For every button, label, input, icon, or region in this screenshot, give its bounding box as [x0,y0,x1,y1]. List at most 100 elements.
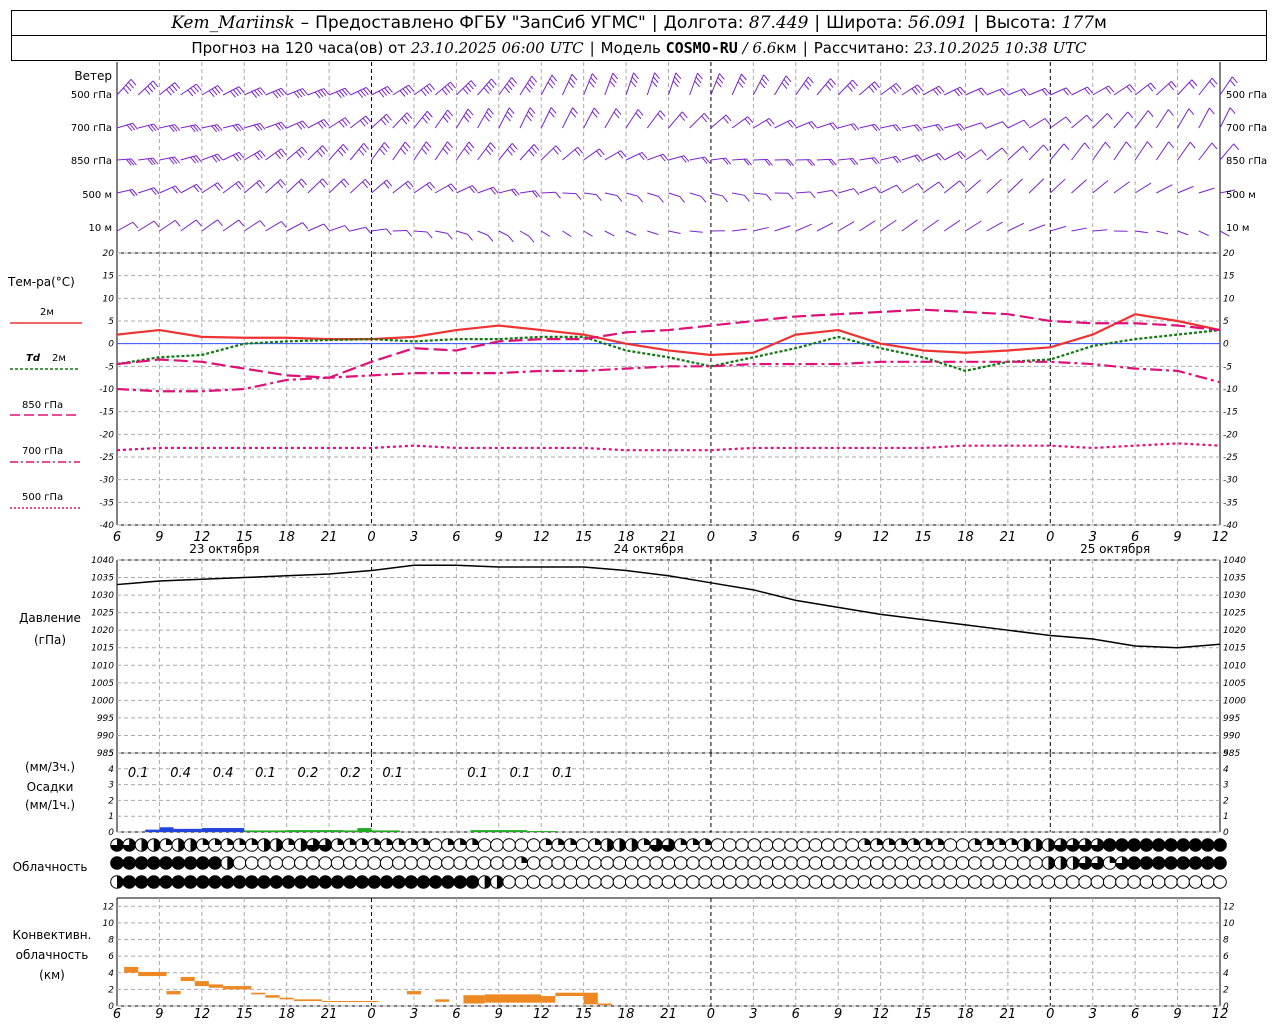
cloud-symbol [882,838,896,852]
wind-barb-feather [674,76,680,84]
wind-barb [222,86,245,98]
cloud-circle [980,875,994,889]
wind-barb-staff [159,185,176,194]
cloud-symbol [257,838,271,852]
cloud-symbol [343,875,357,889]
wind-barb-feather [214,184,221,191]
wind-barb-feather [316,150,323,158]
hour-tick-label: 18 [957,1007,974,1022]
wind-barb [795,191,816,199]
wind-barb-staff [583,230,593,237]
cloud-circle [637,856,651,870]
wind-barb-feather [570,110,577,118]
wind-barb-feather [744,118,751,126]
cloud-circle [1066,875,1080,889]
cloud-symbol [1115,856,1129,870]
wind-barb-staff [965,149,982,161]
wind-barb-staff [519,144,535,161]
pressure-tick-label: 1030 [1223,591,1246,601]
wind-barb [116,221,139,232]
cloud-symbol [1017,875,1031,889]
wind-barb-feather [938,85,945,93]
wind-barb-staff [1113,141,1127,161]
wind-barb [243,220,266,232]
cloud-fill [594,838,602,845]
cloud-circle [943,875,958,889]
wind-barb [944,86,966,97]
wind-barb-staff [604,72,614,96]
cloud-symbol [710,875,725,889]
wind-barb-feather [488,81,495,89]
cloud-circle [686,875,700,889]
wind-barb-feather [766,119,772,127]
wind-barb-feather [463,148,470,155]
wind-barb-feather [652,76,659,84]
wind-barb-staff [477,78,492,96]
wind-barb [434,183,457,194]
cloud-circle [1213,856,1227,870]
wind-barb-feather [174,82,181,89]
wind-barb-staff [816,189,833,194]
pressure-tick-label: 1010 [91,661,114,671]
cloud-symbol [465,856,480,870]
wind-barb-staff [561,107,574,129]
cloud-circle [563,875,578,889]
cloud-circle [1029,856,1043,870]
wind-barb [244,150,266,161]
wind-barb [583,230,593,237]
convective-bar [208,984,224,988]
wind-barb-staff [265,221,282,232]
wind-barb-feather [429,83,436,91]
cloud-circle [1041,875,1056,889]
cloud-symbol [796,875,811,889]
wind-barb-feather [637,195,644,203]
wind-barb-feather [402,144,409,152]
wind-barb-staff [583,148,600,161]
wind-barb [562,192,582,200]
wind-barb-feather [938,181,945,189]
wind-barb [604,192,623,202]
cloud-symbol [1127,838,1142,852]
wind-barb-staff [1007,119,1025,129]
precipitation-bars: 0.1 0.4 0.4 0.1 0.2 0.2 0.1 0.1 0.1 0.1 [128,766,573,832]
wind-barb-feather [408,84,415,92]
cloud-symbol [821,875,835,889]
wind-barb [1071,114,1093,129]
cloud-circle [416,856,431,870]
wind-barb-feather [747,116,754,124]
cloud-circle [330,856,345,870]
wind-barb-feather [654,72,660,80]
temp-tick-label: -15 [99,408,114,418]
wind-barb-feather [746,158,752,166]
cloud-fill [202,838,210,845]
wind-barb-staff [137,80,154,96]
cloud-circle [919,856,933,870]
wind-barb [350,226,372,234]
wind-barb-staff [689,112,705,129]
convective-bar [583,992,598,1005]
wind-barb [519,230,535,243]
cloud-symbol [772,838,786,852]
wind-barb-feather [402,88,409,96]
wind-barb-feather [511,77,518,84]
wind-barb-staff [413,110,428,129]
wind-barb [1071,142,1091,161]
cloud-circle [833,838,847,852]
cloud-circle [367,875,382,889]
wind-barb-staff [1177,230,1189,236]
cloud-circle [539,875,553,889]
wind-barb-staff [1028,118,1046,129]
wind-barb-feather [697,72,703,80]
cloud-symbol [490,875,504,889]
cloud-circle [1139,856,1154,870]
cloud-circle [1004,875,1019,889]
cloud-symbol [600,838,615,852]
wind-barb-staff [901,183,919,194]
cloud-circle [355,856,369,870]
cloud-fill [643,838,651,845]
legend-t500: 500 гПа [22,492,63,503]
wind-barb [477,107,494,129]
temp-tick-label: 10 [103,294,115,304]
wind-barb [1007,222,1025,232]
wind-barb-staff [328,143,344,161]
